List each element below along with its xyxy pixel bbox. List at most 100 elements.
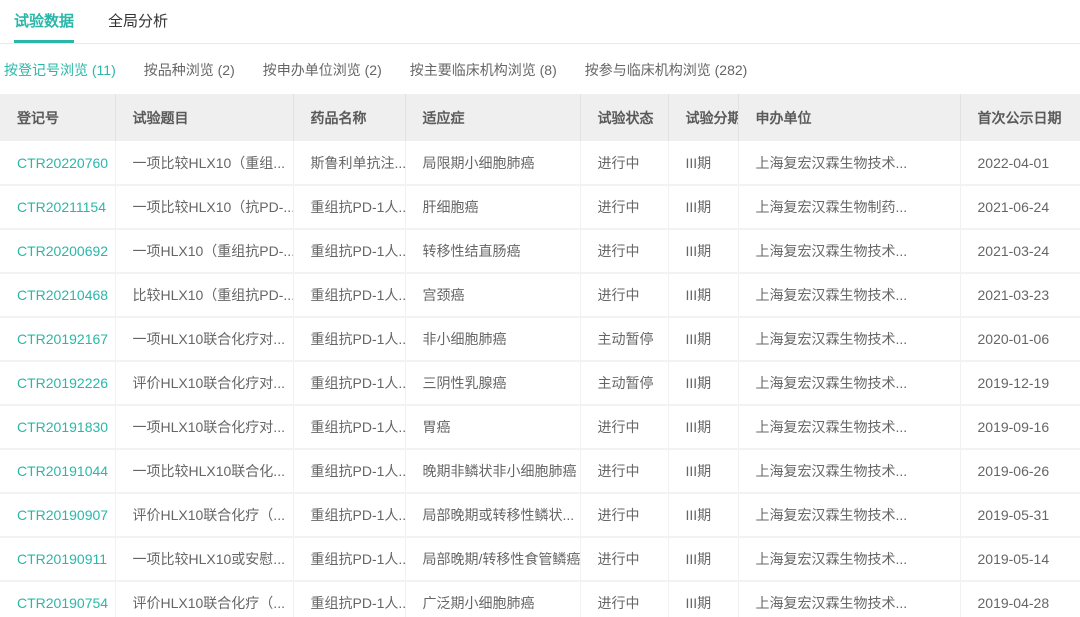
table-row: CTR20200692 一项HLX10（重组抗PD-... 重组抗PD-1人..… (0, 229, 1080, 274)
trial-phase-cell: III期 (668, 581, 739, 617)
col-header-sponsor: 申办单位 (738, 94, 961, 141)
trial-status-cell: 进行中 (580, 185, 669, 230)
trial-phase-cell: III期 (668, 273, 739, 318)
drug-name-cell: 重组抗PD-1人... (293, 449, 406, 494)
trial-title-cell: 一项比较HLX10（重组... (115, 141, 294, 186)
registration-number-link[interactable]: CTR20190911 (17, 551, 107, 567)
trial-phase-cell: III期 (668, 185, 739, 230)
table-row: CTR20192167 一项HLX10联合化疗对... 重组抗PD-1人... … (0, 317, 1080, 362)
trial-status-cell: 主动暂停 (580, 361, 669, 406)
trial-status-cell: 进行中 (580, 405, 669, 450)
trial-title-cell: 一项HLX10（重组抗PD-... (115, 229, 294, 274)
trial-phase-cell: III期 (668, 537, 739, 582)
filter-by-sponsor[interactable]: 按申办单位浏览 (2) (263, 60, 382, 80)
first-publicity-date-cell: 2021-03-23 (960, 273, 1080, 318)
sponsor-cell: 上海复宏汉霖生物技术... (738, 361, 961, 406)
table-row: CTR20211154 一项比较HLX10（抗PD-... 重组抗PD-1人..… (0, 185, 1080, 230)
registration-number-link[interactable]: CTR20191044 (17, 463, 108, 479)
trial-title-cell: 评价HLX10联合化疗对... (115, 361, 294, 406)
filter-by-variety[interactable]: 按品种浏览 (2) (144, 60, 235, 80)
indication-cell: 局部晚期或转移性鳞状... (405, 493, 581, 538)
drug-name-cell: 重组抗PD-1人... (293, 185, 406, 230)
registration-number-cell: CTR20190754 (0, 581, 116, 617)
clinical-trials-page: 试验数据 全局分析 按登记号浏览 (11) 按品种浏览 (2) 按申办单位浏览 … (0, 0, 1080, 617)
registration-number-cell: CTR20191044 (0, 449, 116, 494)
registration-number-cell: CTR20190907 (0, 493, 116, 538)
trial-phase-cell: III期 (668, 141, 739, 186)
indication-cell: 胃癌 (405, 405, 581, 450)
table-row: CTR20191830 一项HLX10联合化疗对... 重组抗PD-1人... … (0, 405, 1080, 450)
first-publicity-date-cell: 2021-06-24 (960, 185, 1080, 230)
drug-name-cell: 重组抗PD-1人... (293, 317, 406, 362)
sponsor-cell: 上海复宏汉霖生物技术... (738, 493, 961, 538)
indication-cell: 局部晚期/转移性食管鳞癌 (405, 537, 581, 582)
tab-trial-data[interactable]: 试验数据 (14, 10, 75, 43)
registration-number-link[interactable]: CTR20192167 (17, 331, 108, 347)
registration-number-cell: CTR20192167 (0, 317, 116, 362)
trial-title-cell: 一项HLX10联合化疗对... (115, 405, 294, 450)
col-header-registration-number: 登记号 (0, 94, 116, 141)
trial-status-cell: 主动暂停 (580, 317, 669, 362)
sponsor-cell: 上海复宏汉霖生物技术... (738, 317, 961, 362)
trial-title-cell: 一项HLX10联合化疗对... (115, 317, 294, 362)
indication-cell: 肝细胞癌 (405, 185, 581, 230)
sponsor-cell: 上海复宏汉霖生物技术... (738, 449, 961, 494)
table-row: CTR20190907 评价HLX10联合化疗（... 重组抗PD-1人... … (0, 493, 1080, 538)
col-header-trial-status: 试验状态 (580, 94, 669, 141)
registration-number-link[interactable]: CTR20191830 (17, 419, 108, 435)
filter-by-participating-clinical-institution[interactable]: 按参与临床机构浏览 (282) (585, 60, 748, 80)
table-row: CTR20220760 一项比较HLX10（重组... 斯鲁利单抗注... 局限… (0, 141, 1080, 186)
browse-filters: 按登记号浏览 (11) 按品种浏览 (2) 按申办单位浏览 (2) 按主要临床机… (0, 44, 1080, 94)
registration-number-cell: CTR20191830 (0, 405, 116, 450)
indication-cell: 广泛期小细胞肺癌 (405, 581, 581, 617)
trial-title-cell: 评价HLX10联合化疗（... (115, 581, 294, 617)
drug-name-cell: 重组抗PD-1人... (293, 581, 406, 617)
registration-number-link[interactable]: CTR20220760 (17, 155, 108, 171)
first-publicity-date-cell: 2019-05-14 (960, 537, 1080, 582)
filter-by-main-clinical-institution[interactable]: 按主要临床机构浏览 (8) (410, 60, 557, 80)
main-tabs: 试验数据 全局分析 (0, 0, 1080, 44)
trial-title-cell: 比较HLX10（重组抗PD-... (115, 273, 294, 318)
sponsor-cell: 上海复宏汉霖生物技术... (738, 229, 961, 274)
first-publicity-date-cell: 2019-12-19 (960, 361, 1080, 406)
first-publicity-date-cell: 2020-01-06 (960, 317, 1080, 362)
table-row: CTR20190754 评价HLX10联合化疗（... 重组抗PD-1人... … (0, 581, 1080, 617)
trial-status-cell: 进行中 (580, 141, 669, 186)
registration-number-link[interactable]: CTR20210468 (17, 287, 108, 303)
registration-number-cell: CTR20220760 (0, 141, 116, 186)
indication-cell: 局限期小细胞肺癌 (405, 141, 581, 186)
registration-number-link[interactable]: CTR20190754 (17, 595, 108, 611)
filter-by-registration-number[interactable]: 按登记号浏览 (11) (4, 60, 116, 80)
registration-number-link[interactable]: CTR20211154 (17, 199, 106, 215)
trial-phase-cell: III期 (668, 493, 739, 538)
drug-name-cell: 斯鲁利单抗注... (293, 141, 406, 186)
registration-number-link[interactable]: CTR20192226 (17, 375, 108, 391)
table-row: CTR20191044 一项比较HLX10联合化... 重组抗PD-1人... … (0, 449, 1080, 494)
drug-name-cell: 重组抗PD-1人... (293, 405, 406, 450)
first-publicity-date-cell: 2019-04-28 (960, 581, 1080, 617)
col-header-drug-name: 药品名称 (293, 94, 406, 141)
trial-status-cell: 进行中 (580, 449, 669, 494)
table-row: CTR20210468 比较HLX10（重组抗PD-... 重组抗PD-1人..… (0, 273, 1080, 318)
registration-number-link[interactable]: CTR20190907 (17, 507, 108, 523)
first-publicity-date-cell: 2019-06-26 (960, 449, 1080, 494)
indication-cell: 转移性结直肠癌 (405, 229, 581, 274)
tab-global-analysis[interactable]: 全局分析 (108, 10, 168, 43)
registration-number-cell: CTR20211154 (0, 185, 116, 230)
sponsor-cell: 上海复宏汉霖生物技术... (738, 537, 961, 582)
trial-phase-cell: III期 (668, 449, 739, 494)
registration-number-link[interactable]: CTR20200692 (17, 243, 108, 259)
first-publicity-date-cell: 2021-03-24 (960, 229, 1080, 274)
trial-title-cell: 一项比较HLX10或安慰... (115, 537, 294, 582)
sponsor-cell: 上海复宏汉霖生物技术... (738, 581, 961, 617)
table-header-row: 登记号 试验题目 药品名称 适应症 试验状态 试验分期 申办单位 首次公示日期 (0, 94, 1080, 141)
col-header-trial-phase: 试验分期 (668, 94, 739, 141)
trial-phase-cell: III期 (668, 317, 739, 362)
trial-phase-cell: III期 (668, 405, 739, 450)
trial-title-cell: 一项比较HLX10（抗PD-... (115, 185, 294, 230)
col-header-indication: 适应症 (405, 94, 581, 141)
indication-cell: 三阴性乳腺癌 (405, 361, 581, 406)
trial-phase-cell: III期 (668, 361, 739, 406)
sponsor-cell: 上海复宏汉霖生物制药... (738, 185, 961, 230)
indication-cell: 晚期非鳞状非小细胞肺癌 (405, 449, 581, 494)
